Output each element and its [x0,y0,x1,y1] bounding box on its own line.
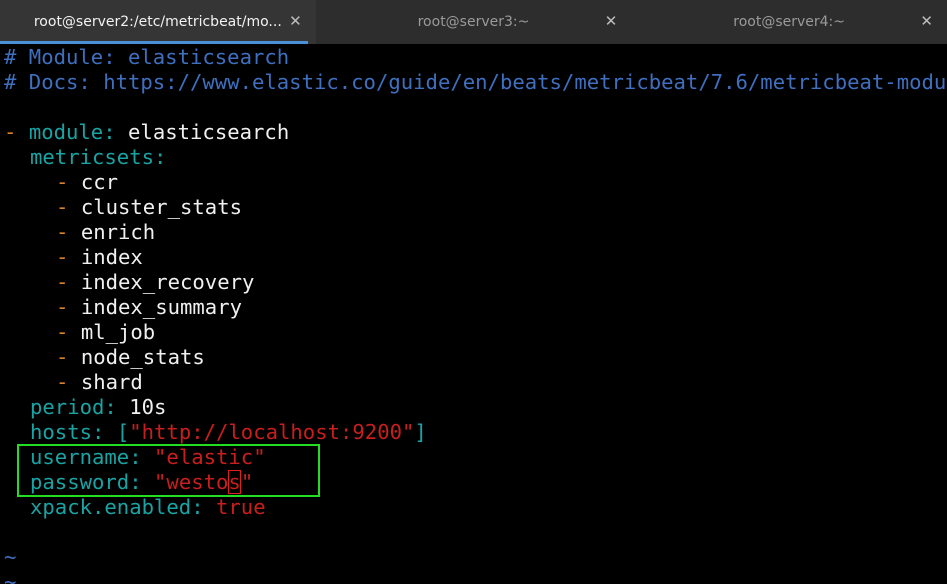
metricset-item: - ccr [56,170,118,195]
tab-label: root@server2:/etc/metricbeat/mo... [33,14,282,30]
period-line: period: 10s [30,395,166,420]
yaml-colon: : [103,120,116,144]
list-dash: - [4,120,17,144]
tab-bar: root@server2:/etc/metricbeat/mo... ✕ roo… [0,0,947,44]
close-icon[interactable]: ✕ [605,12,618,30]
tab-server2[interactable]: root@server2:/etc/metricbeat/mo... ✕ [0,0,316,44]
metricset-value: cluster_stats [80,195,242,219]
yaml-value: 10s [129,395,167,419]
metricset-value: enrich [80,220,156,244]
module-line: - module: elasticsearch [4,120,289,145]
metricset-item: - index_recovery [56,270,254,295]
list-dash: - [56,370,69,394]
yaml-colon: : [92,420,105,444]
yaml-key: xpack.enabled [30,495,192,519]
metricset-item: - index [56,245,143,270]
metricset-value: index [80,245,143,269]
yaml-colon: : [154,145,167,169]
metricset-item: - ml_job [56,320,155,345]
metricset-value: ccr [80,170,119,194]
tab-label: root@server4:~ [733,14,846,30]
list-dash: - [56,320,69,344]
list-dash: - [56,170,69,194]
list-dash: - [56,270,69,294]
list-dash: - [56,245,69,269]
highlight-box [17,444,320,497]
close-icon[interactable]: ✕ [920,12,933,30]
xpack-line: xpack.enabled: true [30,495,266,520]
yaml-key: hosts [30,420,92,444]
tab-label: root@server3:~ [417,14,530,30]
empty-line-tilde: ~ [4,570,17,584]
list-dash: - [56,195,69,219]
yaml-colon: : [104,395,117,419]
hosts-line: hosts: ["http://localhost:9200"] [30,420,427,445]
bracket-open: [ [116,420,130,444]
list-dash: - [56,295,69,319]
terminal-editor[interactable]: # Module: elasticsearch # Docs: https://… [0,44,947,584]
tab-server4[interactable]: root@server4:~ ✕ [631,0,947,44]
list-dash: - [56,345,69,369]
metricset-value: node_stats [80,345,205,369]
yaml-bool: true [216,495,266,519]
metricset-value: index_summary [80,295,242,319]
empty-line-tilde: ~ [4,545,17,569]
metricset-item: - enrich [56,220,155,245]
metricset-item: - node_stats [56,345,205,370]
yaml-colon: : [191,495,204,519]
yaml-value: elasticsearch [128,120,290,144]
bracket-close: ] [414,420,427,444]
metricset-item: - shard [56,370,143,395]
metricsets-line: metricsets: [30,145,166,170]
metricset-item: - index_summary [56,295,242,320]
yaml-string: "http://localhost:9200" [129,420,415,444]
metricset-item: - cluster_stats [56,195,242,220]
comment-line-module: # Module: elasticsearch [4,45,290,69]
yaml-key: period [30,395,105,419]
list-dash: - [56,220,69,244]
metricset-value: index_recovery [80,270,255,294]
tab-server3[interactable]: root@server3:~ ✕ [316,0,632,44]
yaml-key: module [28,120,104,144]
metricset-value: shard [80,370,143,394]
yaml-key: metricsets [30,145,154,169]
comment-line-docs: # Docs: https://www.elastic.co/guide/en/… [4,70,947,94]
metricset-value: ml_job [80,320,156,344]
close-icon[interactable]: ✕ [289,12,302,30]
